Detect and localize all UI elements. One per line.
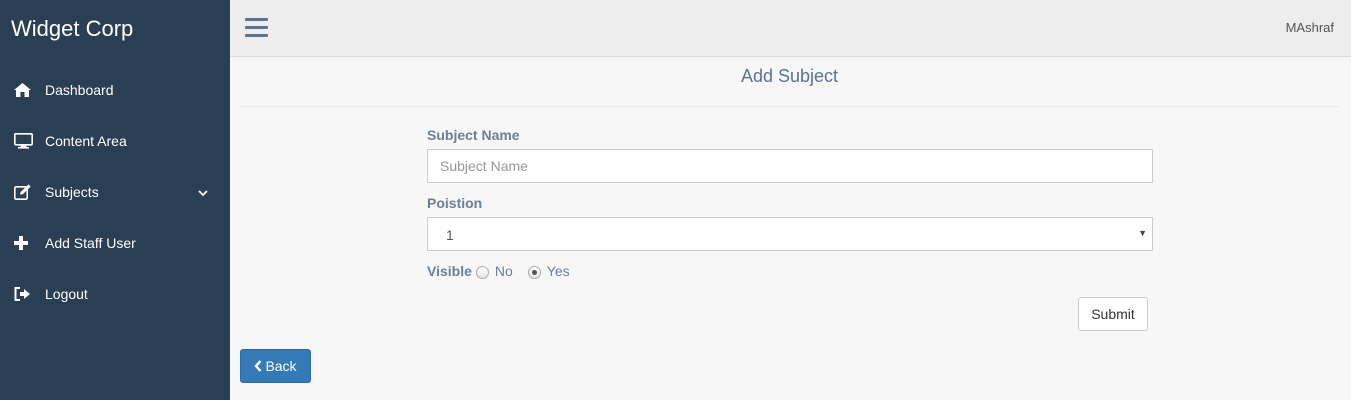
sidebar-item-logout[interactable]: Logout (0, 268, 230, 319)
sidebar-item-label: Dashboard (45, 81, 114, 98)
sidebar: Widget Corp Dashboard Content Area Subje… (0, 0, 230, 400)
subject-name-input[interactable] (427, 149, 1153, 183)
plus-icon (14, 235, 45, 250)
monitor-icon (14, 132, 45, 149)
subject-name-label: Subject Name (427, 127, 520, 143)
submit-button[interactable]: Submit (1078, 297, 1148, 331)
top-navbar: MAshraf (230, 0, 1351, 57)
home-icon (14, 82, 45, 97)
sidebar-item-content-area[interactable]: Content Area (0, 115, 230, 166)
add-subject-form: Subject Name Poistion 1 ▼ Visible No Yes (427, 127, 1153, 279)
position-select-value: 1 (446, 227, 454, 243)
visible-no-radio[interactable] (475, 265, 489, 279)
position-label: Poistion (427, 195, 483, 211)
sidebar-nav: Dashboard Content Area Subjects Add Staf… (0, 64, 230, 319)
user-menu[interactable]: MAshraf (1286, 20, 1334, 35)
visible-label: Visible (427, 263, 472, 279)
sidebar-item-label: Subjects (45, 183, 99, 200)
visible-yes-radio[interactable] (527, 265, 541, 279)
sidebar-item-add-staff-user[interactable]: Add Staff User (0, 217, 230, 268)
visible-yes-label[interactable]: Yes (547, 263, 570, 279)
visible-radio-group: Visible No Yes (427, 263, 1153, 279)
main-content: Add Subject Subject Name Poistion 1 ▼ Vi… (230, 57, 1351, 400)
position-select[interactable]: 1 ▼ (427, 217, 1153, 251)
back-button-label: Back (265, 358, 297, 374)
chevron-left-icon (254, 360, 262, 372)
page-title: Add Subject (240, 57, 1339, 107)
sidebar-item-label: Content Area (45, 132, 127, 149)
dropdown-arrow-icon: ▼ (1138, 228, 1147, 238)
back-button[interactable]: Back (240, 349, 311, 383)
brand-title[interactable]: Widget Corp (0, 0, 230, 57)
sidebar-item-dashboard[interactable]: Dashboard (0, 64, 230, 115)
sidebar-item-label: Logout (45, 285, 88, 302)
sidebar-item-subjects[interactable]: Subjects (0, 166, 230, 217)
sign-out-icon (14, 286, 45, 301)
visible-no-label[interactable]: No (495, 263, 513, 279)
edit-icon (14, 183, 45, 200)
menu-toggle-icon[interactable] (245, 18, 268, 38)
sidebar-item-label: Add Staff User (45, 234, 136, 251)
chevron-down-icon[interactable] (198, 184, 208, 200)
